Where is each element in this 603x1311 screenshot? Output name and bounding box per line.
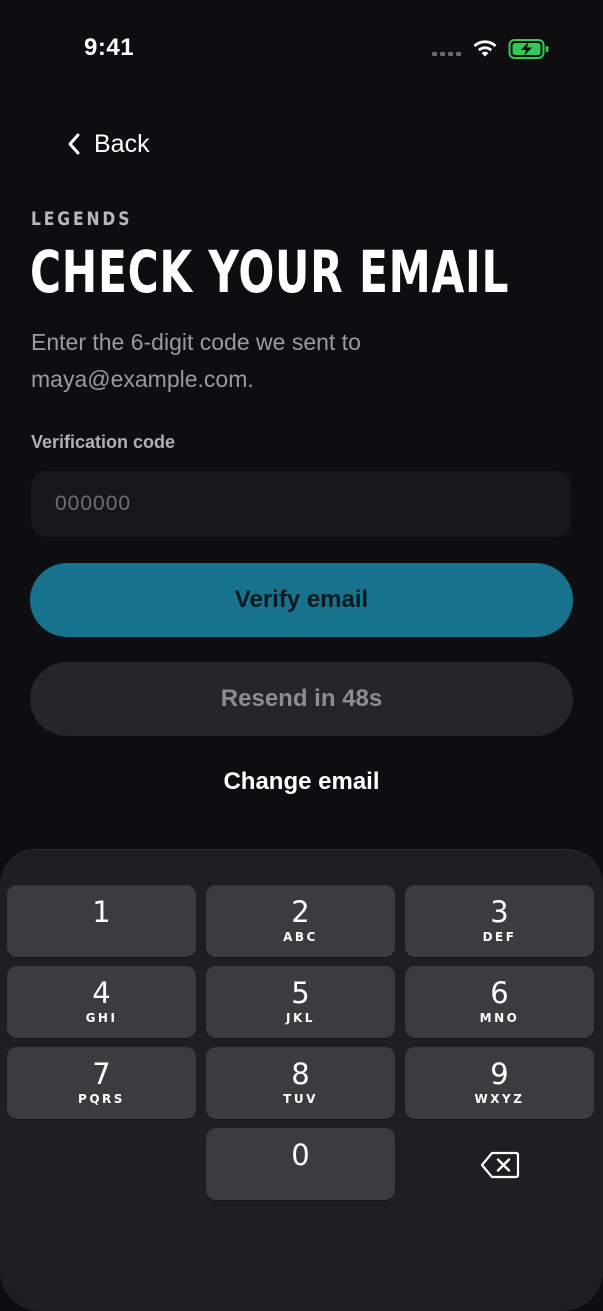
- key-letters: PQRS: [78, 1092, 125, 1106]
- verification-code-input[interactable]: [31, 471, 571, 537]
- numeric-keypad: 1 2 ABC 3 DEF 4 GHI 5 JKL 6 MNO 7 PQRS 8…: [0, 850, 603, 1311]
- wifi-icon: [473, 40, 497, 57]
- verification-code-label: Verification code: [31, 432, 176, 452]
- status-bar: 9:41: [0, 0, 603, 96]
- backspace-icon: [480, 1151, 519, 1179]
- key-digit: 9: [490, 1057, 509, 1091]
- back-button[interactable]: Back: [66, 124, 150, 164]
- key-digit: 5: [291, 976, 310, 1010]
- chevron-left-icon: [68, 133, 80, 155]
- key-8[interactable]: 8 TUV: [206, 1047, 395, 1119]
- key-letters: DEF: [482, 930, 517, 944]
- resend-code-button: Resend in 48s: [30, 662, 573, 736]
- key-digit: 3: [490, 895, 509, 929]
- key-0[interactable]: 0: [206, 1128, 395, 1200]
- status-time: 9:41: [84, 34, 135, 61]
- key-digit: 1: [92, 895, 111, 929]
- key-digit: 4: [92, 976, 111, 1010]
- key-9[interactable]: 9 WXYZ: [405, 1047, 594, 1119]
- key-letters: WXYZ: [474, 1092, 525, 1106]
- key-letters: MNO: [479, 1011, 520, 1025]
- key-3[interactable]: 3 DEF: [405, 885, 594, 957]
- key-letters: ABC: [283, 930, 318, 944]
- key-letters: JKL: [286, 1011, 315, 1025]
- key-5[interactable]: 5 JKL: [206, 966, 395, 1038]
- verify-email-button[interactable]: Verify email: [30, 563, 573, 637]
- key-2[interactable]: 2 ABC: [206, 885, 395, 957]
- change-email-link[interactable]: Change email: [0, 768, 603, 796]
- key-letters: GHI: [85, 1011, 118, 1025]
- key-digit: 2: [291, 895, 310, 929]
- key-letters: TUV: [283, 1092, 318, 1106]
- back-label: Back: [94, 129, 150, 158]
- key-digit: 6: [490, 976, 509, 1010]
- battery-charging-icon: [508, 39, 549, 59]
- key-4[interactable]: 4 GHI: [7, 966, 196, 1038]
- instruction-text: Enter the 6-digit code we sent to maya@e…: [31, 329, 361, 392]
- cellular-signal-icon: [432, 52, 461, 56]
- page-title: CHECK YOUR EMAIL: [30, 238, 510, 306]
- key-digit: 0: [291, 1138, 310, 1172]
- key-digit: 8: [291, 1057, 310, 1091]
- delete-key[interactable]: [405, 1129, 594, 1201]
- key-7[interactable]: 7 PQRS: [7, 1047, 196, 1119]
- key-1[interactable]: 1: [7, 885, 196, 957]
- key-digit: 7: [92, 1057, 111, 1091]
- brand-label: LEGENDS: [31, 208, 133, 230]
- key-6[interactable]: 6 MNO: [405, 966, 594, 1038]
